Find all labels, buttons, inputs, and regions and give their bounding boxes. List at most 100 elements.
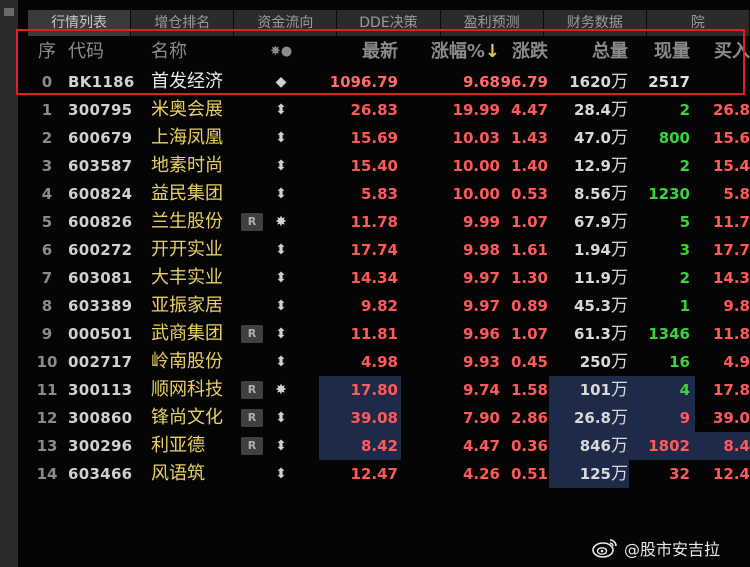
updown-icon: ⬍ <box>275 130 287 146</box>
row-change-percent: 7.90 <box>462 409 500 427</box>
row-index: 9 <box>41 325 53 343</box>
table-row[interactable]: 2 600679 上海凤凰 ⬍ 15.69 10.03 1.43 47.0万 800 15.6 <box>28 124 750 152</box>
row-bid: 15.4 <box>712 157 750 175</box>
row-code: BK1186 <box>68 73 135 91</box>
table-row[interactable]: 1 300795 米奥会展 ⬍ 26.83 19.99 4.47 28.4万 2 26.8 <box>28 96 750 124</box>
row-volume-value: 8.56 <box>573 185 611 203</box>
table-row[interactable]: 13 300296 利亚德 R ⬍ 8.42 4.47 0.36 846万 1802 8.4 <box>28 432 750 460</box>
watermark: @股市安吉拉 <box>592 536 720 560</box>
col-bid[interactable]: 买入 <box>696 36 750 68</box>
col-current-volume[interactable]: 现量 <box>628 36 690 68</box>
col-price[interactable]: 最新 <box>318 36 398 68</box>
row-change-percent: 9.99 <box>462 213 500 231</box>
row-volume-unit: 万 <box>611 156 628 176</box>
row-current-volume: 2517 <box>648 73 690 91</box>
row-volume-unit: 万 <box>611 240 628 260</box>
weibo-icon <box>592 539 617 558</box>
row-change-percent: 9.74 <box>462 381 500 399</box>
row-change: 0.45 <box>510 353 548 371</box>
table-row[interactable]: 8 603389 亚振家居 ⬍ 9.82 9.97 0.89 45.3万 1 9.8 <box>28 292 750 320</box>
row-change-percent: 9.97 <box>462 269 500 287</box>
row-index: 13 <box>36 437 58 455</box>
col-index[interactable]: 序 <box>28 36 66 68</box>
row-bid: 12.4 <box>712 465 750 483</box>
star-burst-icon: ✸ <box>275 382 287 398</box>
col-change[interactable]: 涨跌 <box>500 36 548 68</box>
row-change-percent: 9.97 <box>462 297 500 315</box>
table-row[interactable]: 7 603081 大丰实业 ⬍ 14.34 9.97 1.30 11.9万 2 14.3 <box>28 264 750 292</box>
row-price: 26.83 <box>350 101 398 119</box>
updown-icon: ⬍ <box>275 298 287 314</box>
row-price: 11.81 <box>350 325 398 343</box>
row-current-volume: 2 <box>679 157 690 175</box>
row-code: 603587 <box>68 157 133 175</box>
toolbar-handle[interactable] <box>4 8 14 16</box>
table-row[interactable]: 3 603587 地素时尚 ⬍ 15.40 10.00 1.40 12.9万 2 15.4 <box>28 152 750 180</box>
col-change-percent[interactable]: 涨幅%↓ <box>400 36 500 68</box>
row-current-volume: 4 <box>679 381 690 399</box>
row-current-volume: 9 <box>679 409 690 427</box>
tab-earnings-forecast[interactable]: 盈利预测 <box>440 10 544 36</box>
row-index: 3 <box>41 157 53 175</box>
row-volume: 61.3万 <box>548 320 628 348</box>
col-change-percent-label: 涨幅% <box>430 41 485 62</box>
row-code: 300296 <box>68 437 133 455</box>
row-current-volume: 1 <box>679 297 690 315</box>
col-volume[interactable]: 总量 <box>548 36 628 68</box>
row-price: 8.42 <box>360 437 398 455</box>
updown-icon: ⬍ <box>275 438 287 454</box>
table-row[interactable]: 5 600826 兰生股份 R ✸ 11.78 9.99 1.07 67.9万 5 11.7 <box>28 208 750 236</box>
row-bid: 5.8 <box>723 185 750 203</box>
row-name: 开开实业 <box>151 239 223 260</box>
row-code: 600826 <box>68 213 133 231</box>
row-name: 武商集团 <box>151 323 223 344</box>
sector-index-row[interactable]: 0 BK1186 首发经济 ◆ 1096.79 9.68 96.79 1620万… <box>28 68 750 96</box>
row-current-volume: 1230 <box>648 185 690 203</box>
row-volume-value: 12.9 <box>573 157 611 175</box>
updown-icon: ⬍ <box>275 242 287 258</box>
row-volume: 12.9万 <box>548 152 628 180</box>
row-change: 0.53 <box>510 185 548 203</box>
row-volume-unit: 万 <box>611 128 628 148</box>
row-volume-value: 125 <box>579 465 611 483</box>
row-volume-value: 67.9 <box>573 213 611 231</box>
row-name: 兰生股份 <box>151 211 223 232</box>
col-mark-icon[interactable]: ✸● <box>270 36 292 68</box>
tab-dde[interactable]: DDE决策 <box>337 10 441 36</box>
row-volume: 846万 <box>548 432 628 460</box>
row-volume: 1620万 <box>548 68 628 96</box>
table-row[interactable]: 12 300860 锋尚文化 R ⬍ 39.08 7.90 2.86 26.8万 9 39.0 <box>28 404 750 432</box>
margin-badge: R <box>241 213 263 231</box>
tab-position-ranking[interactable]: 增仓排名 <box>131 10 235 36</box>
table-row[interactable]: 9 000501 武商集团 R ⬍ 11.81 9.96 1.07 61.3万 1346 11.8 <box>28 320 750 348</box>
table-row[interactable]: 14 603466 风语筑 ⬍ 12.47 4.26 0.51 125万 32 12.4 <box>28 460 750 488</box>
row-bid: 11.8 <box>712 325 750 343</box>
row-change: 1.58 <box>510 381 548 399</box>
row-index: 11 <box>36 381 58 399</box>
col-code[interactable]: 代码 <box>68 36 148 68</box>
col-name[interactable]: 名称 <box>151 36 251 68</box>
row-volume-unit: 万 <box>611 408 628 428</box>
row-change: 96.79 <box>500 73 548 91</box>
row-change: 1.43 <box>510 129 548 147</box>
tab-more[interactable]: 院 <box>646 10 750 36</box>
row-current-volume: 2 <box>679 101 690 119</box>
table-row[interactable]: 4 600824 益民集团 ⬍ 5.83 10.00 0.53 8.56万 1230 5.8 <box>28 180 750 208</box>
sort-desc-icon: ↓ <box>484 41 500 62</box>
row-change: 4.47 <box>510 101 548 119</box>
row-index: 8 <box>41 297 53 315</box>
margin-badge: R <box>241 381 263 399</box>
table-row[interactable]: 11 300113 顺网科技 R ✸ 17.80 9.74 1.58 101万 4 17.8 <box>28 376 750 404</box>
table-row[interactable]: 10 002717 岭南股份 ⬍ 4.98 9.93 0.45 250万 16 4.9 <box>28 348 750 376</box>
row-price: 4.98 <box>360 353 398 371</box>
table-row[interactable]: 6 600272 开开实业 ⬍ 17.74 9.98 1.61 1.94万 3 17.7 <box>28 236 750 264</box>
row-change: 0.36 <box>510 437 548 455</box>
tab-market-list[interactable]: 行情列表 <box>28 10 132 36</box>
tab-financial-data[interactable]: 财务数据 <box>543 10 647 36</box>
row-change: 1.30 <box>510 269 548 287</box>
tab-capital-flow[interactable]: 资金流向 <box>234 10 338 36</box>
row-name: 岭南股份 <box>151 351 223 372</box>
row-change-percent: 10.00 <box>452 157 500 175</box>
row-change: 1.40 <box>510 157 548 175</box>
row-price: 15.69 <box>350 129 398 147</box>
